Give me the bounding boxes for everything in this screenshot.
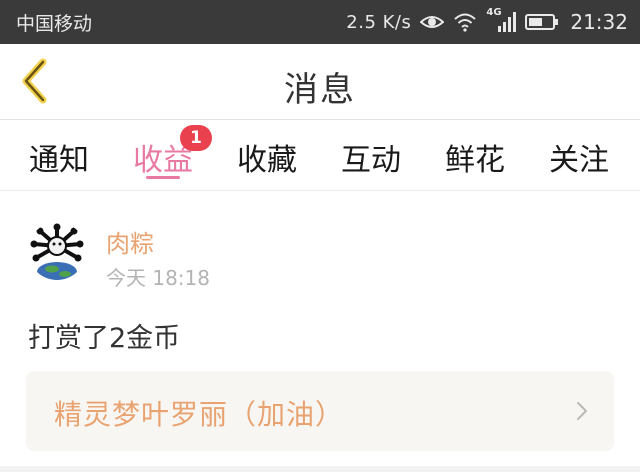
avatar-image: [28, 222, 86, 280]
tab-label: 鲜花: [445, 143, 505, 178]
tab-interactions[interactable]: 互动: [326, 135, 416, 185]
status-icons: 2.5 K/s 4G 21:32: [346, 7, 628, 37]
tab-label: 互动: [341, 143, 401, 178]
status-bar: 中国移动 2.5 K/s 4G 21:32: [0, 0, 640, 44]
book-link-card[interactable]: 精灵梦叶罗丽（加油）: [26, 371, 614, 451]
tab-earnings[interactable]: 收益 1: [118, 125, 212, 185]
carrier-name: 中国移动: [16, 13, 93, 35]
tab-follows[interactable]: 关注: [534, 135, 624, 185]
section-divider: [0, 466, 640, 472]
eye-icon: [420, 16, 445, 28]
page-title: 消息: [284, 70, 356, 110]
header: 消息: [0, 44, 640, 120]
tab-label: 通知: [29, 143, 89, 178]
clock: 21:32: [570, 10, 628, 34]
book-title: 精灵梦叶罗丽（加油）: [54, 398, 345, 431]
active-tab-indicator: [146, 176, 180, 179]
chevron-right-icon: [577, 402, 587, 420]
signal-icon: [498, 12, 517, 32]
tab-label: 收益: [133, 143, 193, 178]
tab-notifications[interactable]: 通知: [14, 135, 104, 185]
tab-favorites[interactable]: 收藏: [222, 135, 312, 185]
network-speed: 2.5 K/s: [346, 11, 412, 33]
tab-label: 收藏: [237, 143, 297, 178]
tab-bar: 通知 收益 1 收藏 互动 鲜花 关注: [0, 121, 640, 191]
tab-flowers[interactable]: 鲜花: [430, 135, 520, 185]
tab-label: 关注: [549, 143, 609, 178]
wifi-icon: [454, 13, 477, 32]
signal-indicator: 4G: [486, 7, 517, 33]
message-text: 打赏了2金币: [28, 323, 181, 354]
username[interactable]: 肉粽: [106, 224, 154, 259]
battery-icon: [525, 14, 559, 30]
avatar[interactable]: [28, 222, 86, 280]
message-time: 今天 18:18: [106, 266, 210, 290]
unread-badge: 1: [180, 125, 212, 151]
